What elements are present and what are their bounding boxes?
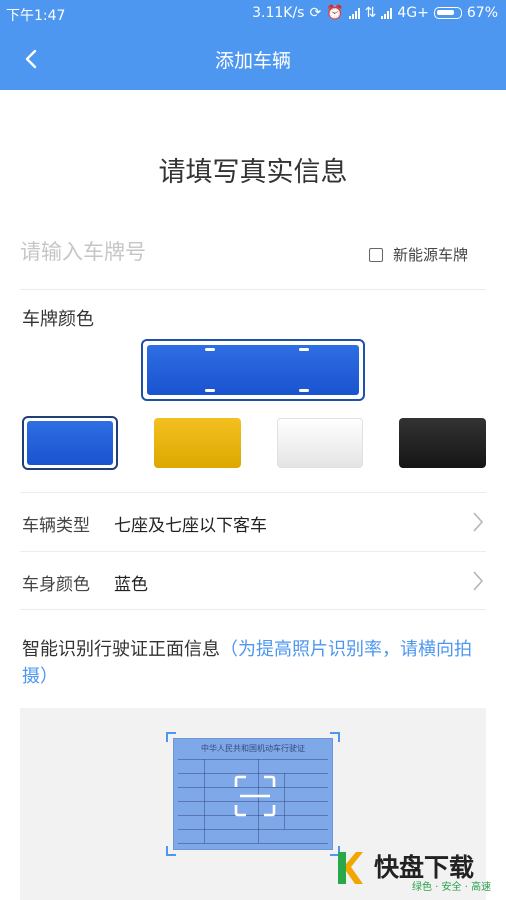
license-document-image: 中华人民共和国机动车行驶证 [173,738,333,850]
sync-icon: ⟳ [309,5,322,21]
document-title: 中华人民共和国机动车行驶证 [201,744,305,753]
plate-rivet [205,348,215,351]
plate-number-row: 新能源车牌 [20,228,486,290]
signal-icon [348,7,360,19]
plate-color-label: 车牌颜色 [22,309,94,330]
body-color-label: 车身颜色 [22,575,90,595]
chevron-right-icon [473,571,484,591]
plate-color-white-option[interactable] [277,418,363,468]
plate-preview [141,339,365,401]
logo-k-icon [338,852,363,884]
battery-icon [433,7,462,19]
plate-rivet [299,348,309,351]
plate-color-black-option[interactable] [399,418,486,468]
status-time: 下午1:47 [6,8,66,24]
new-energy-checkbox[interactable] [368,247,383,262]
data-transfer-icon: ⇅ [364,5,377,21]
plate-number-input[interactable] [20,240,320,264]
divider [20,609,486,610]
plate-rivet [205,389,215,392]
ocr-main-text: 智能识别行驶证正面信息 [22,639,220,660]
network-type: 4G+ [397,5,429,21]
ocr-instructions: 智能识别行驶证正面信息（为提高照片识别率，请横向拍摄） [22,636,490,690]
vehicle-type-value: 七座及七座以下客车 [114,516,267,536]
signal-2-icon [381,7,393,19]
status-indicators: 3.11K/s ⟳ ⏰ ⇅ 4G+ 67% [252,5,498,21]
watermark-tagline: 绿色 · 安全 · 高速 [412,882,492,893]
vehicle-type-label: 车辆类型 [22,516,90,536]
new-energy-label: 新能源车牌 [392,246,468,264]
new-energy-toggle[interactable]: 新能源车牌 [368,244,468,265]
network-speed: 3.11K/s [252,5,305,21]
vehicle-type-row[interactable]: 车辆类型 七座及七座以下客车 [20,492,486,550]
plate-color-yellow-option[interactable] [154,418,241,468]
status-bar: 下午1:47 3.11K/s ⟳ ⏰ ⇅ 4G+ 67% [0,0,506,28]
plate-color-blue-option[interactable] [22,416,118,470]
form-heading: 请填写真实信息 [158,157,348,188]
nav-bar: 添加车辆 [0,28,506,90]
alarm-icon: ⏰ [326,5,344,21]
battery-level: 67% [466,5,498,21]
plate-rivet [299,389,309,392]
body-color-row[interactable]: 车身颜色 蓝色 [20,551,486,609]
watermark-logo: 快盘下载 绿色 · 安全 · 高速 [334,842,504,898]
body-color-value: 蓝色 [114,575,148,595]
chevron-right-icon [473,512,484,532]
scan-icon [234,775,276,817]
page-title: 添加车辆 [214,50,291,72]
